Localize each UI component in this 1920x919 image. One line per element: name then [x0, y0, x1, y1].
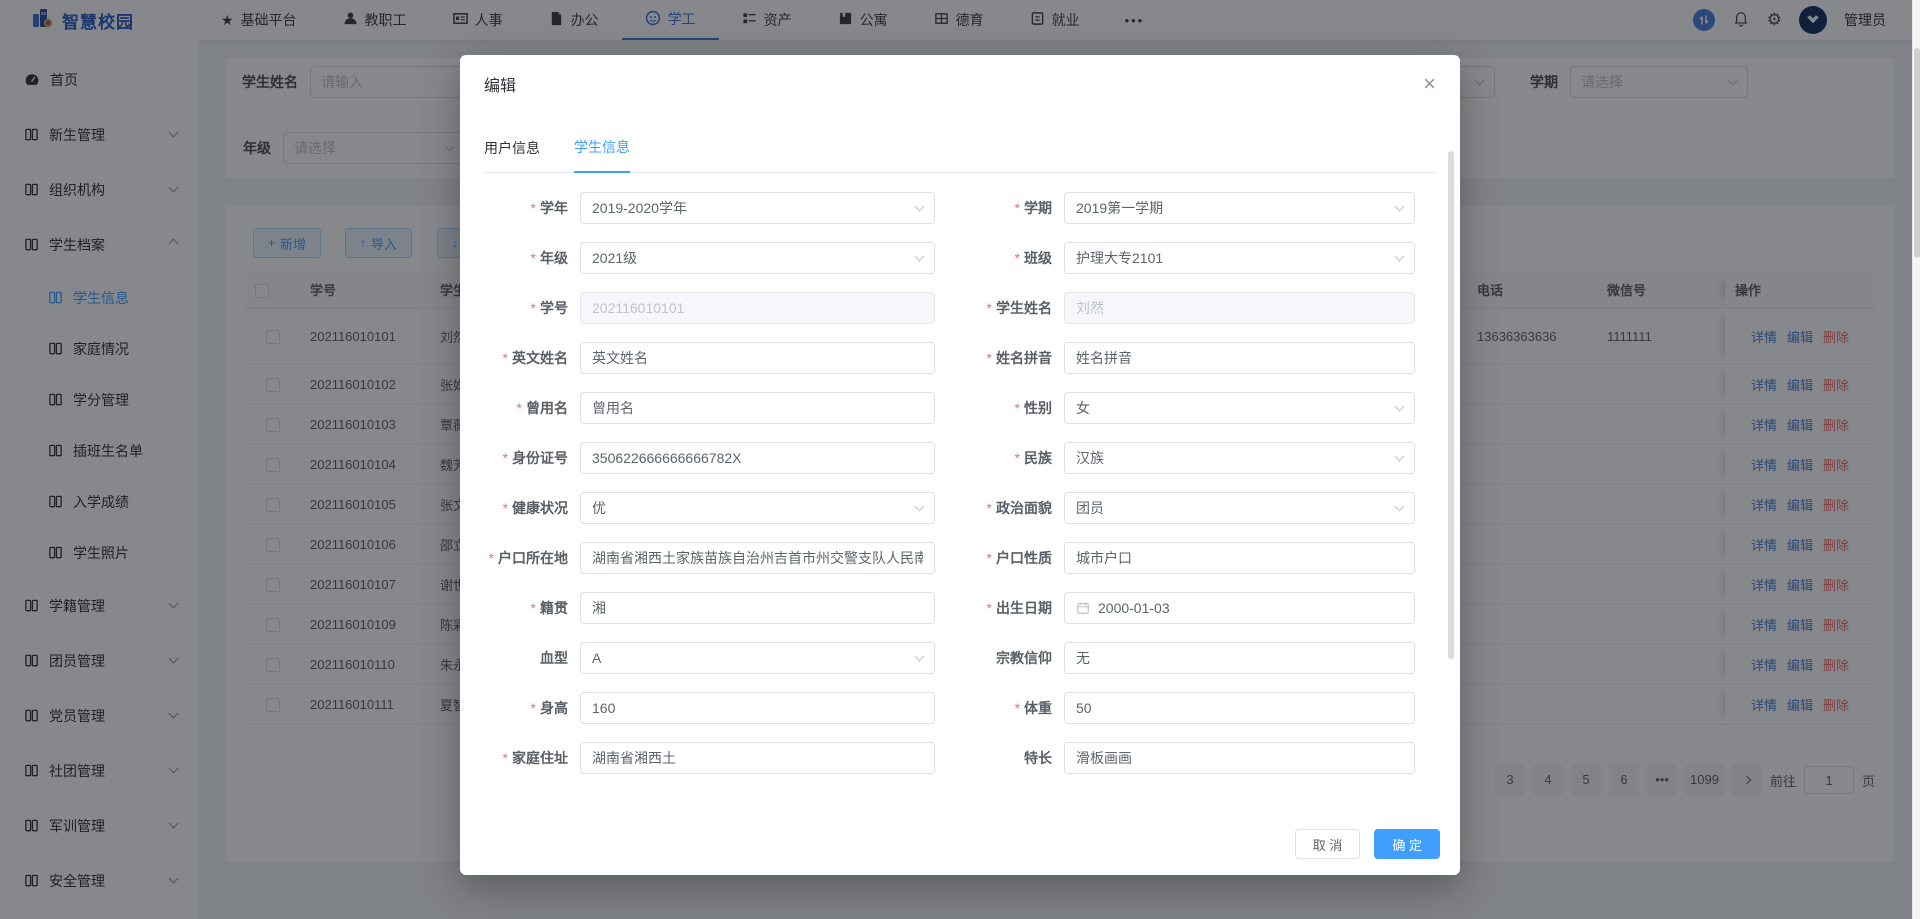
health-select[interactable]: 优	[580, 492, 935, 524]
student-info-form: 学年 2019-2020学年 学期 2019第一学期 年级 2021级 班级 护…	[460, 173, 1460, 783]
student-name-label: 学生姓名	[935, 298, 1064, 318]
close-icon[interactable]: ×	[1423, 73, 1436, 95]
health-label: 健康状况	[460, 498, 580, 518]
native-place-label: 籍贯	[460, 598, 580, 618]
home-address-label: 家庭住址	[460, 748, 580, 768]
student-no-label: 学号	[460, 298, 580, 318]
dialog-title: 编辑	[484, 72, 516, 96]
weight-input[interactable]	[1064, 692, 1415, 724]
chevron-down-icon	[1395, 202, 1405, 212]
id-number-label: 身份证号	[460, 448, 580, 468]
id-number-input[interactable]	[580, 442, 935, 474]
native-place-input[interactable]	[580, 592, 935, 624]
school-year-select[interactable]: 2019-2020学年	[580, 192, 935, 224]
chevron-down-icon	[1395, 502, 1405, 512]
hukou-type-input[interactable]	[1064, 542, 1415, 574]
dialog-tabs: 用户信息 学生信息	[484, 113, 1436, 173]
chevron-down-icon	[915, 502, 925, 512]
birth-date-label: 出生日期	[935, 598, 1064, 618]
hukou-type-label: 户口性质	[935, 548, 1064, 568]
grade-label: 年级	[460, 248, 580, 268]
blood-type-select[interactable]: A	[580, 642, 935, 674]
chevron-down-icon	[915, 652, 925, 662]
tab-student-info[interactable]: 学生信息	[574, 137, 630, 173]
specialty-label: 特长	[935, 748, 1064, 768]
class-label: 班级	[935, 248, 1064, 268]
chevron-down-icon	[915, 252, 925, 262]
class-select[interactable]: 护理大专2101	[1064, 242, 1415, 274]
ethnicity-label: 民族	[935, 448, 1064, 468]
confirm-button[interactable]: 确 定	[1374, 829, 1440, 859]
religion-label: 宗教信仰	[935, 648, 1064, 668]
religion-input[interactable]	[1064, 642, 1415, 674]
chevron-down-icon	[1395, 452, 1405, 462]
chevron-down-icon	[1395, 402, 1405, 412]
student-no-input	[580, 292, 935, 324]
height-label: 身高	[460, 698, 580, 718]
chevron-down-icon	[1395, 252, 1405, 262]
dialog-footer: 取 消 确 定	[460, 813, 1460, 875]
registered-address-input[interactable]	[580, 542, 935, 574]
pinyin-label: 姓名拼音	[935, 348, 1064, 368]
grade-select[interactable]: 2021级	[580, 242, 935, 274]
political-status-select[interactable]: 团员	[1064, 492, 1415, 524]
scrollbar-thumb[interactable]	[1914, 48, 1920, 258]
gender-select[interactable]: 女	[1064, 392, 1415, 424]
english-name-label: 英文姓名	[460, 348, 580, 368]
weight-label: 体重	[935, 698, 1064, 718]
height-input[interactable]	[580, 692, 935, 724]
calendar-icon	[1076, 601, 1090, 615]
edit-dialog: 编辑 × 用户信息 学生信息 学年 2019-2020学年 学期 2019第一学…	[460, 55, 1460, 875]
dialog-header: 编辑 ×	[460, 55, 1460, 113]
former-name-label: 曾用名	[460, 398, 580, 418]
chevron-down-icon	[915, 202, 925, 212]
dialog-scrollbar-thumb[interactable]	[1448, 151, 1454, 659]
gender-label: 性别	[935, 398, 1064, 418]
registered-address-label: 户口所在地	[460, 548, 580, 568]
page-scrollbar[interactable]	[1912, 0, 1920, 919]
former-name-input[interactable]	[580, 392, 935, 424]
ethnicity-select[interactable]: 汉族	[1064, 442, 1415, 474]
english-name-input[interactable]	[580, 342, 935, 374]
birth-date-picker[interactable]: 2000-01-03	[1064, 592, 1415, 624]
pinyin-input[interactable]	[1064, 342, 1415, 374]
school-year-label: 学年	[460, 198, 580, 218]
blood-type-label: 血型	[460, 648, 580, 668]
cancel-button[interactable]: 取 消	[1295, 829, 1361, 859]
tab-user-info[interactable]: 用户信息	[484, 138, 540, 172]
student-name-input	[1064, 292, 1415, 324]
political-status-label: 政治面貌	[935, 498, 1064, 518]
semester-select[interactable]: 2019第一学期	[1064, 192, 1415, 224]
home-address-input[interactable]	[580, 742, 935, 774]
specialty-input[interactable]	[1064, 742, 1415, 774]
semester-label: 学期	[935, 198, 1064, 218]
